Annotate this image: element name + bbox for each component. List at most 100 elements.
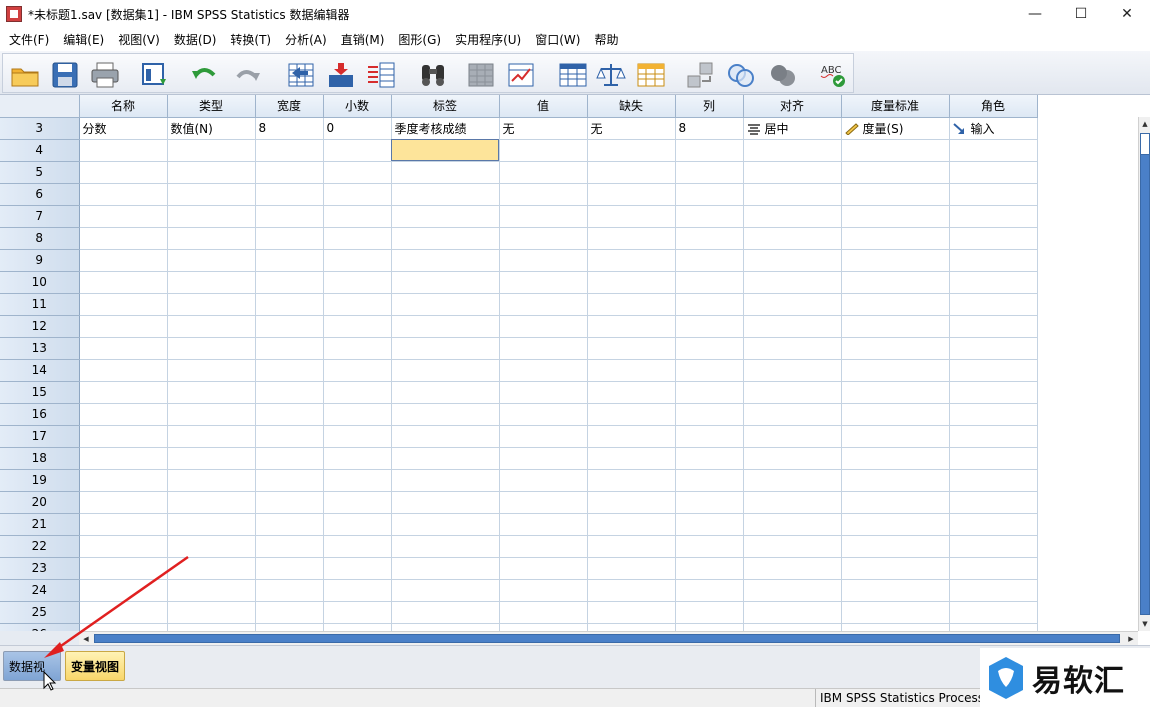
grid-cell[interactable] <box>587 359 676 382</box>
grid-cell[interactable] <box>79 535 168 558</box>
row-header[interactable]: 7 <box>0 205 80 228</box>
cell-role[interactable]: 输入 <box>949 117 1038 140</box>
grid-cell[interactable] <box>743 535 842 558</box>
grid-cell[interactable] <box>391 183 500 206</box>
grid-cell[interactable] <box>499 447 588 470</box>
grid-cell[interactable] <box>587 337 676 360</box>
grid-cell[interactable] <box>841 403 950 426</box>
find-icon[interactable] <box>417 60 449 90</box>
grid-corner[interactable] <box>0 95 80 118</box>
grid-cell[interactable] <box>675 491 744 514</box>
grid-cell[interactable] <box>743 557 842 580</box>
grid-cell[interactable] <box>949 293 1038 316</box>
grid-cell[interactable] <box>499 249 588 272</box>
grid-cell[interactable] <box>167 535 256 558</box>
row-header[interactable]: 14 <box>0 359 80 382</box>
cell-label[interactable]: 季度考核成绩 <box>391 117 500 140</box>
grid-cell[interactable] <box>255 579 324 602</box>
use-sets-icon[interactable] <box>725 60 757 90</box>
grid-cell[interactable] <box>743 183 842 206</box>
grid-cell[interactable] <box>743 205 842 228</box>
save-icon[interactable] <box>49 60 81 90</box>
grid-cell[interactable] <box>949 535 1038 558</box>
row-header[interactable]: 18 <box>0 447 80 470</box>
grid-cell[interactable] <box>167 513 256 536</box>
grid-cell[interactable] <box>167 227 256 250</box>
grid-cell[interactable] <box>841 601 950 624</box>
grid-cell[interactable] <box>743 337 842 360</box>
row-header[interactable]: 25 <box>0 601 80 624</box>
column-header-role[interactable]: 角色 <box>949 95 1038 118</box>
grid-cell[interactable] <box>949 359 1038 382</box>
grid-cell[interactable] <box>587 381 676 404</box>
grid-cell[interactable] <box>743 469 842 492</box>
grid-cell[interactable] <box>79 271 168 294</box>
grid-cell[interactable] <box>587 535 676 558</box>
row-header[interactable]: 22 <box>0 535 80 558</box>
grid-cell[interactable] <box>79 469 168 492</box>
grid-cell[interactable] <box>841 623 950 631</box>
column-header-columns[interactable]: 列 <box>675 95 744 118</box>
row-header[interactable]: 19 <box>0 469 80 492</box>
split-file-icon[interactable] <box>557 60 589 90</box>
variables-icon[interactable] <box>365 60 397 90</box>
grid-cell[interactable] <box>79 447 168 470</box>
grid-cell[interactable] <box>743 139 842 162</box>
grid-cell[interactable] <box>587 205 676 228</box>
grid-cell[interactable] <box>949 139 1038 162</box>
grid-cell[interactable] <box>949 601 1038 624</box>
grid-cell[interactable] <box>675 161 744 184</box>
grid-cell[interactable] <box>167 491 256 514</box>
grid-cell[interactable] <box>949 513 1038 536</box>
grid-cell[interactable] <box>587 183 676 206</box>
grid-cell[interactable] <box>499 491 588 514</box>
grid-cell[interactable] <box>323 381 392 404</box>
grid-cell[interactable] <box>949 205 1038 228</box>
grid-cell[interactable] <box>391 491 500 514</box>
cell-missing[interactable]: 无 <box>587 117 676 140</box>
grid-cell[interactable] <box>841 491 950 514</box>
column-header-missing[interactable]: 缺失 <box>587 95 676 118</box>
grid-cell[interactable] <box>391 271 500 294</box>
grid-cell[interactable] <box>743 447 842 470</box>
menu-graphs[interactable]: 图形(G) <box>391 29 448 51</box>
menu-help[interactable]: 帮助 <box>587 29 625 51</box>
grid-cell[interactable] <box>255 249 324 272</box>
grid-cell[interactable] <box>499 425 588 448</box>
grid-cell[interactable] <box>323 623 392 631</box>
horizontal-scroll-thumb[interactable] <box>94 634 1120 643</box>
grid-cell[interactable] <box>743 293 842 316</box>
open-icon[interactable] <box>9 60 41 90</box>
grid-cell[interactable] <box>675 271 744 294</box>
minimize-button[interactable]: — <box>1012 0 1058 28</box>
grid-cell[interactable] <box>255 227 324 250</box>
goto-case-icon[interactable] <box>285 60 317 90</box>
grid-cell[interactable] <box>255 183 324 206</box>
column-header-values[interactable]: 值 <box>499 95 588 118</box>
grid-cell[interactable] <box>675 447 744 470</box>
grid-cell[interactable] <box>675 293 744 316</box>
column-header-name[interactable]: 名称 <box>79 95 168 118</box>
column-header-label[interactable]: 标签 <box>391 95 500 118</box>
grid-cell[interactable] <box>391 601 500 624</box>
grid-cell[interactable] <box>675 623 744 631</box>
vertical-scrollbar[interactable]: ▲ ▼ <box>1138 117 1150 631</box>
grid-cell[interactable] <box>587 249 676 272</box>
grid-cell[interactable] <box>675 337 744 360</box>
print-icon[interactable] <box>89 60 121 90</box>
grid-cell[interactable] <box>323 447 392 470</box>
grid-cell[interactable] <box>949 425 1038 448</box>
grid-cell[interactable] <box>79 557 168 580</box>
grid-cell[interactable] <box>167 337 256 360</box>
grid-cell[interactable] <box>587 623 676 631</box>
grid-cell[interactable] <box>323 557 392 580</box>
grid-cell[interactable] <box>743 161 842 184</box>
tab-data-view[interactable]: 数据视图 <box>3 651 61 704</box>
grid-cell[interactable] <box>167 579 256 602</box>
grid-cell[interactable] <box>841 293 950 316</box>
grid-cell[interactable] <box>323 601 392 624</box>
grid-cell[interactable] <box>391 447 500 470</box>
grid-cell[interactable] <box>949 557 1038 580</box>
grid-cell[interactable] <box>391 359 500 382</box>
grid-cell[interactable] <box>841 271 950 294</box>
